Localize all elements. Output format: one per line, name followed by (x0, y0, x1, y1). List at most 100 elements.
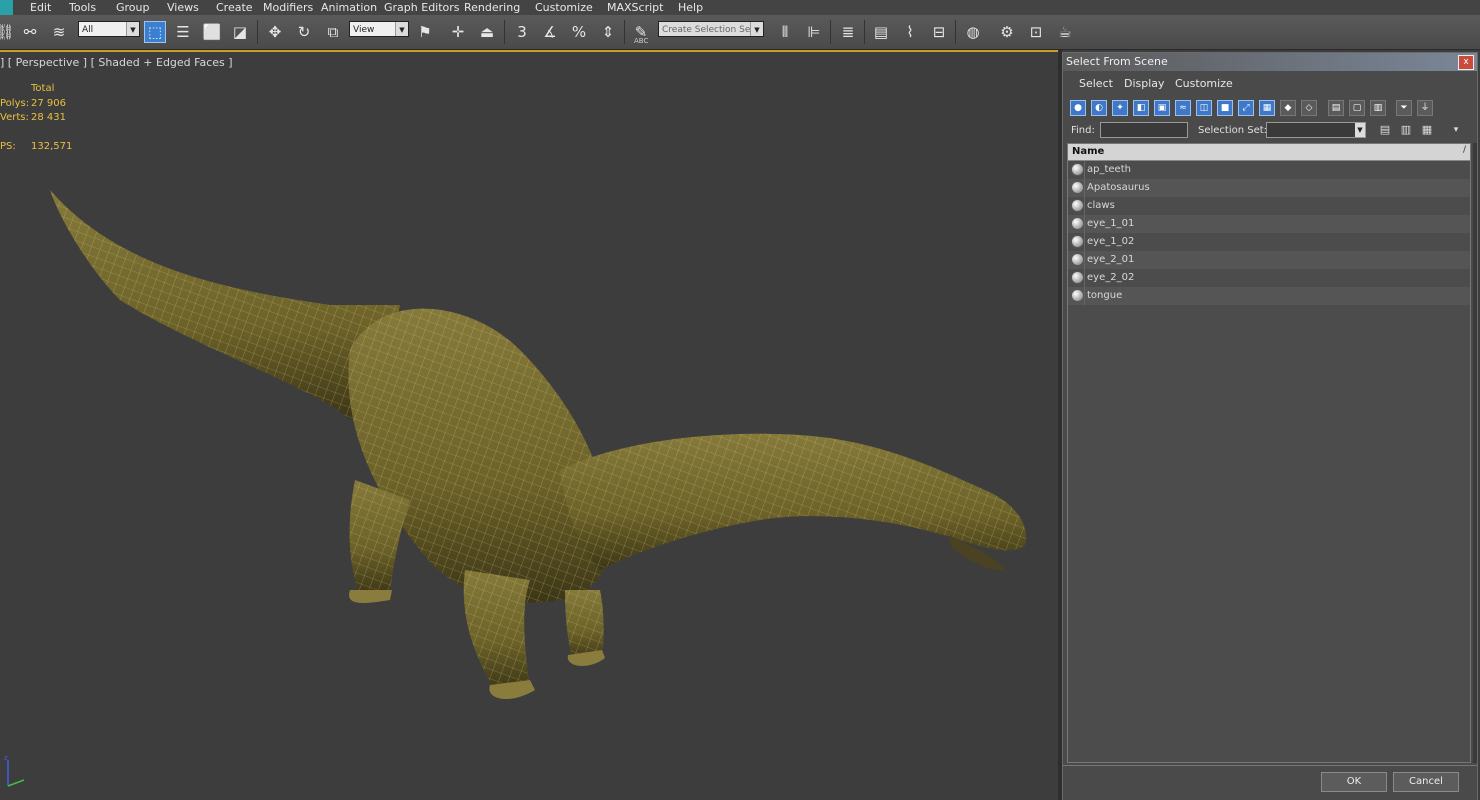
list-header-name[interactable]: Name / (1068, 144, 1470, 161)
add-to-selection-set-icon[interactable]: ▥ (1399, 122, 1413, 138)
geometry-sphere-icon (1071, 253, 1084, 266)
menu-maxscript[interactable]: MAXScript (607, 0, 663, 15)
list-item[interactable]: eye_2_02 (1068, 269, 1470, 287)
menu-tools[interactable]: Tools (69, 0, 96, 15)
stats-polys-value: 27 906 (31, 98, 66, 109)
app-logo-icon[interactable] (0, 0, 13, 15)
menu-rendering[interactable]: Rendering (464, 0, 520, 15)
graphite-toolbar-icon[interactable]: ▤ (870, 21, 892, 43)
display-space-warps-icon[interactable]: ≈ (1175, 100, 1191, 116)
scale-icon[interactable]: ⧉ (322, 21, 344, 43)
menu-animation[interactable]: Animation (321, 0, 377, 15)
list-item[interactable]: claws (1068, 197, 1470, 215)
render-production-icon[interactable]: ☕ (1054, 21, 1076, 43)
material-editor-icon[interactable]: ◍ (962, 21, 984, 43)
menu-help[interactable]: Help (678, 0, 703, 15)
find-input[interactable] (1100, 122, 1188, 138)
named-selection-sets-dropdown[interactable]: Create Selection Se ▼ (658, 21, 764, 37)
layer-manager-icon[interactable]: ≣ (837, 21, 859, 43)
display-xrefs-icon[interactable]: ■ (1217, 100, 1233, 116)
display-containers-icon[interactable]: ▦ (1259, 100, 1275, 116)
select-from-scene-dialog: Select From Scene x Select Display Custo… (1062, 52, 1478, 800)
list-item[interactable]: eye_2_01 (1068, 251, 1470, 269)
display-groups-icon[interactable]: ◫ (1196, 100, 1212, 116)
selection-set-dropdown[interactable]: ▼ (1266, 122, 1366, 138)
rectangular-selection-icon[interactable]: ⬜ (201, 21, 223, 43)
dialog-title: Select From Scene (1066, 55, 1168, 68)
menu-create[interactable]: Create (216, 0, 253, 15)
mirror-icon[interactable]: ⫴ (774, 21, 796, 43)
select-by-name-icon[interactable]: ☰ (172, 21, 194, 43)
move-icon[interactable]: ✥ (264, 21, 286, 43)
filter-options-icon[interactable]: ⏚ (1417, 100, 1433, 116)
geometry-sphere-icon (1071, 289, 1084, 302)
list-item[interactable]: Apatosaurus (1068, 179, 1470, 197)
stats-fps-value: 132,571 (31, 141, 73, 152)
display-cameras-icon[interactable]: ◧ (1133, 100, 1149, 116)
display-frozen-icon[interactable]: ◆ (1280, 100, 1296, 116)
filter-icon[interactable]: ⏷ (1396, 100, 1412, 116)
dialog-menu-customize[interactable]: Customize (1175, 77, 1233, 90)
align-icon[interactable]: ⊫ (803, 21, 825, 43)
display-geometry-icon[interactable]: ● (1070, 100, 1086, 116)
scene-object-list[interactable]: Name / ap_teeth Apatosaurus claws eye_1_… (1067, 143, 1471, 763)
viewport-label[interactable]: ] [ Perspective ] [ Shaded + Edged Faces… (0, 56, 233, 69)
rendered-frame-window-icon[interactable]: ⊡ (1025, 21, 1047, 43)
list-item[interactable]: tongue (1068, 287, 1470, 305)
dialog-menu-select[interactable]: Select (1079, 77, 1113, 90)
spinner-snap-icon[interactable]: ⇕ (597, 21, 619, 43)
keyboard-shortcut-icon[interactable]: ⏏ (476, 21, 498, 43)
display-shapes-icon[interactable]: ◐ (1091, 100, 1107, 116)
select-object-icon[interactable]: ⬚ (144, 21, 166, 43)
geometry-sphere-icon (1071, 199, 1084, 212)
window-crossing-icon[interactable]: ◪ (229, 21, 251, 43)
render-setup-icon[interactable]: ⚙ (996, 21, 1018, 43)
display-lights-icon[interactable]: ✦ (1112, 100, 1128, 116)
cancel-button[interactable]: Cancel (1393, 772, 1459, 792)
curve-editor-icon[interactable]: ⌇ (899, 21, 921, 43)
dialog-menu-display[interactable]: Display (1124, 77, 1165, 90)
link-icon[interactable]: ⛓ (0, 21, 16, 43)
list-item[interactable]: ap_teeth (1068, 161, 1470, 179)
unlink-icon[interactable]: ⚯ (19, 21, 41, 43)
dialog-title-bar[interactable]: Select From Scene x (1063, 53, 1477, 71)
select-all-icon[interactable]: ▤ (1328, 100, 1344, 116)
menu-graph-editors[interactable]: Graph Editors (384, 0, 460, 15)
ok-button[interactable]: OK (1321, 772, 1387, 792)
object-name: eye_2_02 (1087, 272, 1135, 283)
reference-coordinate-dropdown[interactable]: View ▼ (349, 21, 409, 37)
stats-header: Total (31, 83, 55, 94)
display-bones-icon[interactable]: ⤢ (1238, 100, 1254, 116)
select-invert-icon[interactable]: ▥ (1370, 100, 1386, 116)
select-manipulate-icon[interactable]: ✛ (447, 21, 469, 43)
create-selection-set-icon[interactable]: ▤ (1378, 122, 1392, 138)
schematic-view-icon[interactable]: ⊟ (928, 21, 950, 43)
menu-customize[interactable]: Customize (535, 0, 593, 15)
list-item[interactable]: eye_1_02 (1068, 233, 1470, 251)
percent-snap-label: % (571, 23, 587, 41)
remove-from-selection-set-icon[interactable]: ▦ (1420, 122, 1434, 138)
geometry-sphere-icon (1071, 163, 1084, 176)
object-name: eye_1_01 (1087, 218, 1135, 229)
menu-group[interactable]: Group (116, 0, 150, 15)
pivot-center-icon[interactable]: ⚑ (414, 21, 436, 43)
list-item[interactable]: eye_1_01 (1068, 215, 1470, 233)
display-hidden-icon[interactable]: ◇ (1301, 100, 1317, 116)
list-scrollbar[interactable] (1473, 143, 1477, 763)
collapse-options-icon[interactable]: ▾ (1449, 122, 1463, 138)
percent-snap-icon[interactable]: % (568, 21, 590, 43)
menu-modifiers[interactable]: Modifiers (263, 0, 313, 15)
close-icon[interactable]: x (1458, 55, 1474, 70)
bind-space-warp-icon[interactable]: ≋ (48, 21, 70, 43)
menu-views[interactable]: Views (167, 0, 199, 15)
select-none-icon[interactable]: ▢ (1349, 100, 1365, 116)
menu-bar: Edit Tools Group Views Create Modifiers … (0, 0, 1480, 15)
perspective-viewport[interactable] (0, 50, 1058, 800)
angle-snap-icon[interactable]: ∡ (539, 21, 561, 43)
display-helpers-icon[interactable]: ▣ (1154, 100, 1170, 116)
menu-edit[interactable]: Edit (30, 0, 51, 15)
object-name: claws (1087, 200, 1115, 211)
selection-filter-dropdown[interactable]: All ▼ (78, 21, 140, 37)
rotate-icon[interactable]: ↻ (293, 21, 315, 43)
snap-toggle-icon[interactable]: 3 (511, 21, 533, 43)
